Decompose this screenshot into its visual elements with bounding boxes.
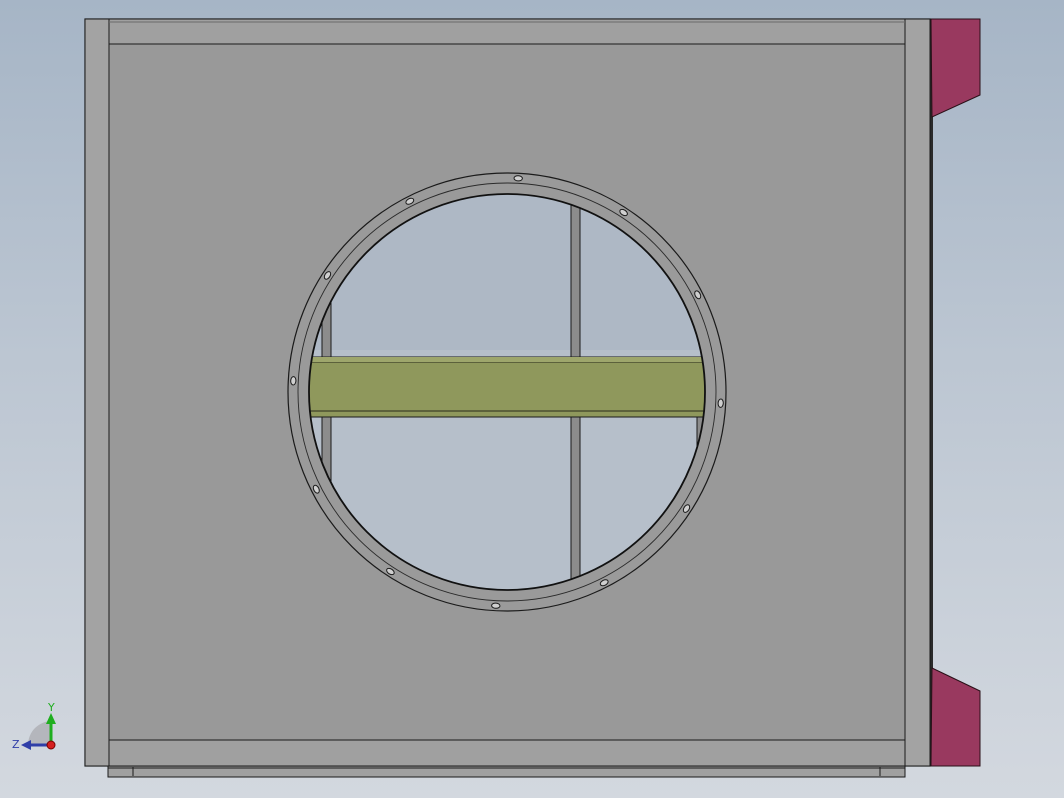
- base-rail: [107, 765, 906, 778]
- z-axis-arrowhead: [21, 740, 31, 750]
- damper-blade: [309, 356, 705, 418]
- y-axis-label: Y: [47, 701, 55, 714]
- triad-origin: [46, 740, 56, 750]
- left-post: [84, 18, 110, 767]
- y-axis-arrowhead: [46, 713, 56, 724]
- z-axis-label: Z: [12, 738, 20, 751]
- bottom-flange: [108, 739, 906, 767]
- top-flange: [108, 18, 906, 45]
- bolt-hole: [513, 175, 523, 182]
- mounting-bracket-bottom: [930, 667, 981, 767]
- view-orientation-triad[interactable]: Y Z: [12, 701, 56, 751]
- bolt-hole: [491, 602, 501, 609]
- model-view[interactable]: Y Z: [0, 0, 1064, 798]
- bolt-hole: [717, 398, 724, 408]
- graphics-viewport[interactable]: Y Z: [0, 0, 1064, 798]
- right-post: [904, 18, 931, 767]
- mounting-bracket-top: [930, 18, 981, 118]
- bolt-hole: [290, 376, 297, 386]
